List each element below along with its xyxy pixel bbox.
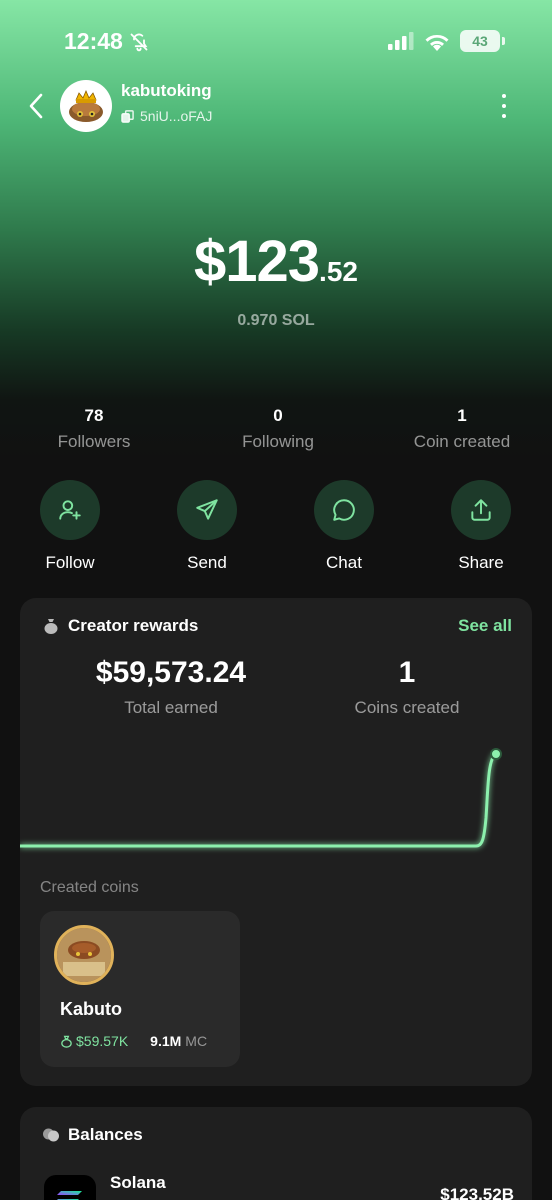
created-coins-label: Created coins [40, 879, 139, 896]
dot-icon [502, 94, 506, 98]
coins-created-count: 1 [457, 406, 467, 425]
chat-button-circle[interactable] [314, 480, 374, 540]
coins-created-label: Coin created [413, 432, 511, 451]
following-stat[interactable]: 0 Following [186, 406, 370, 452]
balance-sol: 0.970 SOL [237, 312, 315, 329]
user-plus-icon [59, 500, 81, 520]
total-earned-value: $59,573.24 [95, 656, 247, 689]
followers-count: 78 [84, 406, 104, 425]
clock-text: 12:48 [64, 28, 123, 54]
chevron-left-icon [29, 93, 43, 119]
send-label: Send [187, 553, 227, 572]
creator-rewards-title: Creator rewards [42, 616, 198, 636]
rewards-chart [20, 748, 502, 848]
chat-label: Chat [326, 553, 362, 572]
rewards-chart-endpoint [490, 748, 502, 760]
coin-market-cap: 9.1M [150, 1033, 182, 1049]
share-icon [471, 499, 491, 521]
kabuto-avatar-icon [69, 89, 103, 122]
following-label: Following [242, 432, 314, 451]
username: kabutoking [121, 81, 212, 100]
creator-rewards-card: Creator rewards See all $59,573.24 Total… [20, 598, 532, 1086]
coins-created-metric-label: Coins created [354, 698, 460, 717]
avatar[interactable] [60, 80, 112, 132]
coins-created-stat[interactable]: 1 Coin created [370, 406, 552, 452]
token-name: Solana [110, 1173, 166, 1192]
token-value: $123.52B [440, 1185, 514, 1200]
balance-cents: .52 [319, 256, 358, 287]
battery-icon: 43 [460, 30, 505, 52]
kabuto-coin-icon [57, 928, 111, 982]
follow-label: Follow [45, 553, 95, 572]
balance-dollars: $123 [194, 229, 320, 294]
coin-earned-value: $59.57K [76, 1033, 129, 1049]
back-button[interactable] [22, 90, 50, 122]
copy-icon [121, 109, 134, 123]
share-button-circle[interactable] [451, 480, 511, 540]
followers-stat[interactable]: 78 Followers [2, 406, 186, 452]
chat-button[interactable]: Chat [299, 480, 389, 573]
coin-name: Kabuto [60, 999, 122, 1019]
send-button-circle[interactable] [177, 480, 237, 540]
send-button[interactable]: Send [162, 480, 252, 573]
balances-title-text: Balances [68, 1125, 143, 1144]
coin-market-cap-unit: MC [185, 1033, 208, 1049]
money-bag-icon [44, 619, 58, 634]
followers-label: Followers [57, 432, 131, 451]
kabuto-coin-image [54, 925, 114, 985]
coin-card-kabuto[interactable]: Kabuto $59.57K 9.1M MC [40, 911, 240, 1067]
signal-icon [388, 32, 414, 50]
coins-icon [43, 1128, 59, 1142]
address-text: 5niU...oFAJ [140, 108, 213, 124]
bell-muted-icon [130, 33, 148, 51]
wallet-address[interactable]: 5niU...oFAJ [121, 108, 212, 124]
creator-rewards-title-text: Creator rewards [68, 616, 199, 635]
solana-icon [57, 1191, 82, 1200]
status-bar: 12:48 43 [0, 0, 552, 80]
coins-created-metric: 1 Coins created [326, 656, 488, 718]
more-options-button[interactable] [496, 94, 512, 118]
portfolio-balance: $123 .52 [0, 228, 552, 295]
balances-card: Balances Solana $123.52B [20, 1107, 532, 1200]
coin-earned: $59.57K [60, 1033, 128, 1049]
follow-button-circle[interactable] [40, 480, 100, 540]
share-button[interactable]: Share [436, 480, 526, 573]
see-all-link[interactable]: See all [458, 616, 512, 636]
send-icon [196, 499, 218, 520]
balances-title: Balances [42, 1125, 143, 1145]
solana-logo [44, 1175, 96, 1200]
chat-icon [333, 499, 355, 521]
coin-meta: $59.57K 9.1M MC [60, 1033, 207, 1049]
follow-button[interactable]: Follow [25, 480, 115, 573]
share-label: Share [458, 553, 504, 572]
battery-level: 43 [472, 33, 488, 49]
following-count: 0 [273, 406, 283, 425]
token-row-solana[interactable]: Solana $123.52B [44, 1173, 514, 1200]
wifi-icon [425, 34, 449, 51]
coins-created-value: 1 [398, 656, 416, 689]
rewards-chart-line [20, 752, 498, 848]
money-bag-outline-icon [61, 1035, 72, 1048]
status-icons: 43 [388, 30, 505, 52]
profile-header: kabutoking 5niU...oFAJ [0, 78, 552, 134]
status-time: 12:48 [64, 28, 149, 55]
total-earned-label: Total earned [124, 698, 218, 717]
total-earned-metric: $59,573.24 Total earned [70, 656, 272, 718]
dot-icon [502, 104, 506, 108]
dot-icon [502, 114, 506, 118]
